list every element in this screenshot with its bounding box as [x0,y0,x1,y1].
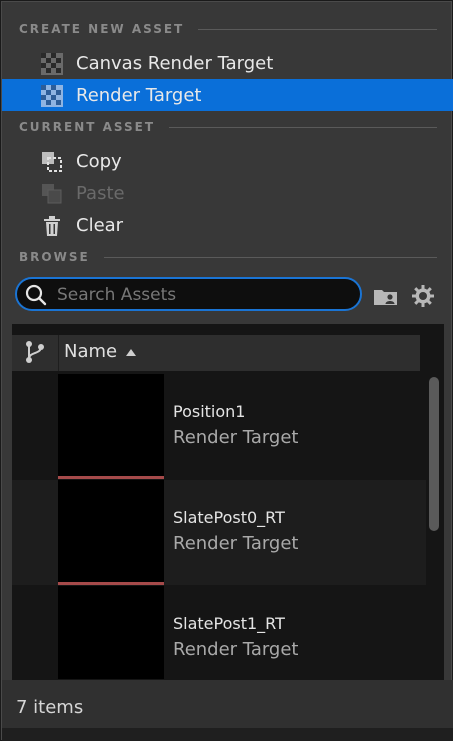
column-type-toggle[interactable] [12,335,59,371]
paste-icon [42,184,62,204]
asset-type: Render Target [173,533,299,554]
column-header-name[interactable]: Name [64,341,117,362]
render-target-checker-icon [41,85,63,107]
list-item[interactable]: SlatePost1_RT Render Target [12,586,426,679]
menu-item-render-target[interactable]: Render Target [2,79,453,111]
copy-icon [42,152,62,172]
asset-name: Position1 [173,402,246,421]
asset-picker-panel: CREATE NEW ASSET Canvas Render Target Re… [1,1,453,741]
item-count: 7 items [16,697,84,718]
search-input[interactable] [55,283,349,307]
render-target-checker-icon [41,53,63,75]
search-icon [25,284,47,306]
section-browse: BROWSE [19,249,437,265]
menu-item-label: Render Target [76,84,202,106]
branch-icon [26,341,44,363]
menu-item-copy[interactable]: Copy [2,145,453,177]
asset-type: Render Target [173,427,299,448]
asset-thumbnail [58,374,164,476]
asset-thumbnail [58,586,164,679]
asset-type-color-bar [58,582,164,585]
section-divider [169,126,437,128]
list-item[interactable]: Position1 Render Target [12,374,426,479]
status-footer: 7 items [2,680,453,728]
section-divider [103,256,437,258]
menu-item-label: Paste [76,182,125,204]
section-create-new-asset: CREATE NEW ASSET [19,21,437,37]
bottom-border [2,728,453,741]
section-current-asset: CURRENT ASSET [19,119,437,135]
settings-gear-icon[interactable] [410,284,436,308]
list-header: Name [12,335,420,371]
folder-user-icon[interactable] [373,284,399,308]
section-label: CREATE NEW ASSET [19,22,185,36]
menu-item-label: Copy [76,150,122,172]
section-label: CURRENT ASSET [19,120,156,134]
menu-item-label: Canvas Render Target [76,52,274,74]
search-box[interactable] [15,277,362,311]
trash-icon [44,216,60,236]
asset-name: SlatePost0_RT [173,508,285,527]
asset-name: SlatePost1_RT [173,614,285,633]
asset-type-color-bar [58,476,164,479]
section-divider [198,28,437,30]
asset-thumbnail [58,480,164,582]
menu-item-paste[interactable]: Paste [2,177,453,209]
menu-item-canvas-render-target[interactable]: Canvas Render Target [2,47,453,79]
menu-item-label: Clear [76,214,124,236]
asset-type: Render Target [173,639,299,660]
section-label: BROWSE [19,250,90,264]
menu-item-clear[interactable]: Clear [2,209,453,241]
list-item[interactable]: SlatePost0_RT Render Target [12,480,426,585]
sort-ascending-icon [126,349,136,356]
list-scrollbar[interactable] [429,377,439,531]
